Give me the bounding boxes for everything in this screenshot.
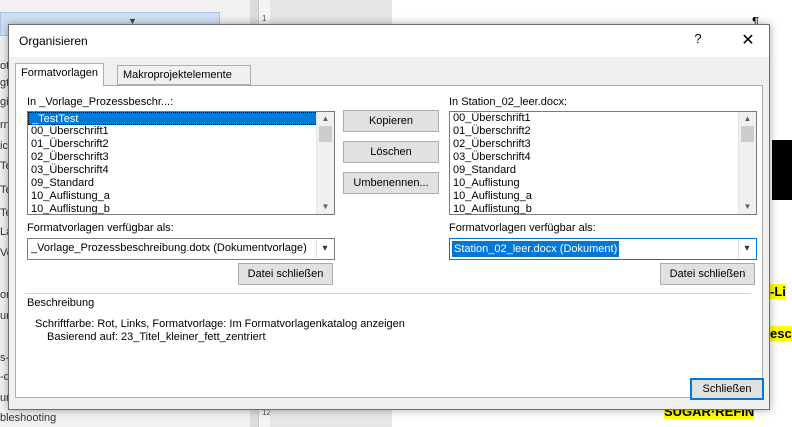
tab-formatvorlagen[interactable]: Formatvorlagen	[15, 63, 105, 86]
left-style-list[interactable]: _TestTest 00_Überschrift1 01_Überschrift…	[27, 111, 335, 215]
help-button[interactable]: ?	[685, 31, 711, 51]
list-item[interactable]: 02_Überschrift3	[28, 151, 334, 164]
list-item[interactable]: _TestTest	[28, 112, 334, 125]
left-available-label: Formatvorlagen verfügbar als:	[27, 222, 174, 234]
organizer-dialog: Organisieren ? ✕ Formatvorlagen Makropro…	[8, 24, 770, 410]
list-item[interactable]: 09_Standard	[450, 164, 756, 177]
description-heading: Beschreibung	[27, 297, 95, 309]
list-item[interactable]: 10_Auflistung_a	[28, 190, 334, 203]
list-item[interactable]: 09_Standard	[28, 177, 334, 190]
left-source-label: In _Vorlage_Prozessbeschr...:	[27, 96, 174, 108]
left-available-combo[interactable]: _Vorlage_Prozessbeschreibung.dotx (Dokum…	[27, 238, 335, 260]
right-available-label: Formatvorlagen verfügbar als:	[449, 222, 596, 234]
right-style-list[interactable]: 00_Überschrift1 01_Überschrift2 02_Übers…	[449, 111, 757, 215]
list-item[interactable]: 01_Überschrift2	[28, 138, 334, 151]
list-item[interactable]: 10_Auflistung	[450, 177, 756, 190]
right-list-scrollbar[interactable]: ▲ ▼	[738, 112, 756, 214]
right-target-label: In Station_02_leer.docx:	[449, 96, 568, 108]
list-item[interactable]: 10_Auflistung_a	[450, 190, 756, 203]
ruler-mark: 1	[262, 14, 267, 23]
rename-button[interactable]: Umbenennen...	[343, 172, 439, 194]
dialog-titlebar[interactable]: Organisieren ? ✕	[9, 25, 769, 57]
list-item[interactable]: 03_Überschrift4	[450, 151, 756, 164]
scroll-down-icon[interactable]: ▼	[317, 200, 334, 214]
description-line: Schriftfarbe: Rot, Links, Formatvorlage:…	[35, 318, 405, 330]
document-black-shape	[772, 140, 792, 200]
left-list-scrollbar[interactable]: ▲ ▼	[316, 112, 334, 214]
list-item[interactable]: 01_Überschrift2	[450, 125, 756, 138]
close-icon[interactable]: ✕	[737, 30, 759, 52]
scroll-up-icon[interactable]: ▲	[739, 112, 756, 126]
nav-item[interactable]: ic	[0, 140, 8, 152]
list-item[interactable]: 00_Überschrift1	[450, 112, 756, 125]
tab-label: Formatvorlagen	[21, 67, 99, 79]
left-close-file-button[interactable]: Datei schließen	[238, 263, 333, 285]
divider	[25, 293, 751, 294]
chevron-down-icon[interactable]: ▾	[316, 240, 333, 258]
right-available-combo[interactable]: Station_02_leer.docx (Dokument) ▾	[449, 238, 757, 260]
copy-button[interactable]: Kopieren	[343, 110, 439, 132]
scroll-thumb[interactable]	[319, 126, 332, 142]
list-item[interactable]: 10_Auflistung_b	[28, 203, 334, 214]
list-item[interactable]: 00_Überschrift1	[28, 125, 334, 138]
combo-value: _Vorlage_Prozessbeschreibung.dotx (Dokum…	[31, 242, 307, 254]
list-item[interactable]: 10_Auflistung_b	[450, 203, 756, 214]
delete-button[interactable]: Löschen	[343, 141, 439, 163]
description-line: Basierend auf: 23_Titel_kleiner_fett_zen…	[47, 331, 266, 343]
chevron-down-icon[interactable]: ▾	[738, 240, 755, 258]
close-button[interactable]: Schließen	[690, 378, 764, 400]
dialog-title: Organisieren	[19, 34, 88, 48]
tab-label: Makroprojektelemente	[123, 69, 232, 81]
list-item[interactable]: 03_Überschrift4	[28, 164, 334, 177]
list-item[interactable]: 02_Überschrift3	[450, 138, 756, 151]
document-highlight-text: -Li	[770, 284, 786, 299]
combo-value: Station_02_leer.docx (Dokument)	[452, 241, 620, 257]
document-highlight-text: esc	[770, 326, 792, 341]
scroll-down-icon[interactable]: ▼	[739, 200, 756, 214]
tab-makroprojektelemente[interactable]: Makroprojektelemente	[117, 65, 251, 85]
nav-item[interactable]: bleshooting	[0, 412, 56, 424]
scroll-thumb[interactable]	[741, 126, 754, 142]
right-close-file-button[interactable]: Datei schließen	[660, 263, 755, 285]
scroll-up-icon[interactable]: ▲	[317, 112, 334, 126]
